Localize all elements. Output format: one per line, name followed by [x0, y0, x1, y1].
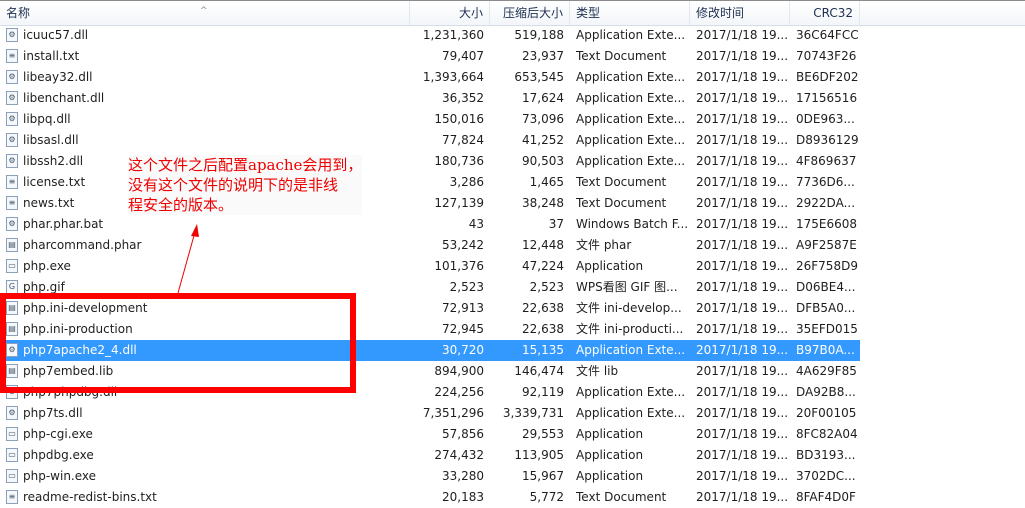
annotation-arrow	[177, 224, 199, 294]
